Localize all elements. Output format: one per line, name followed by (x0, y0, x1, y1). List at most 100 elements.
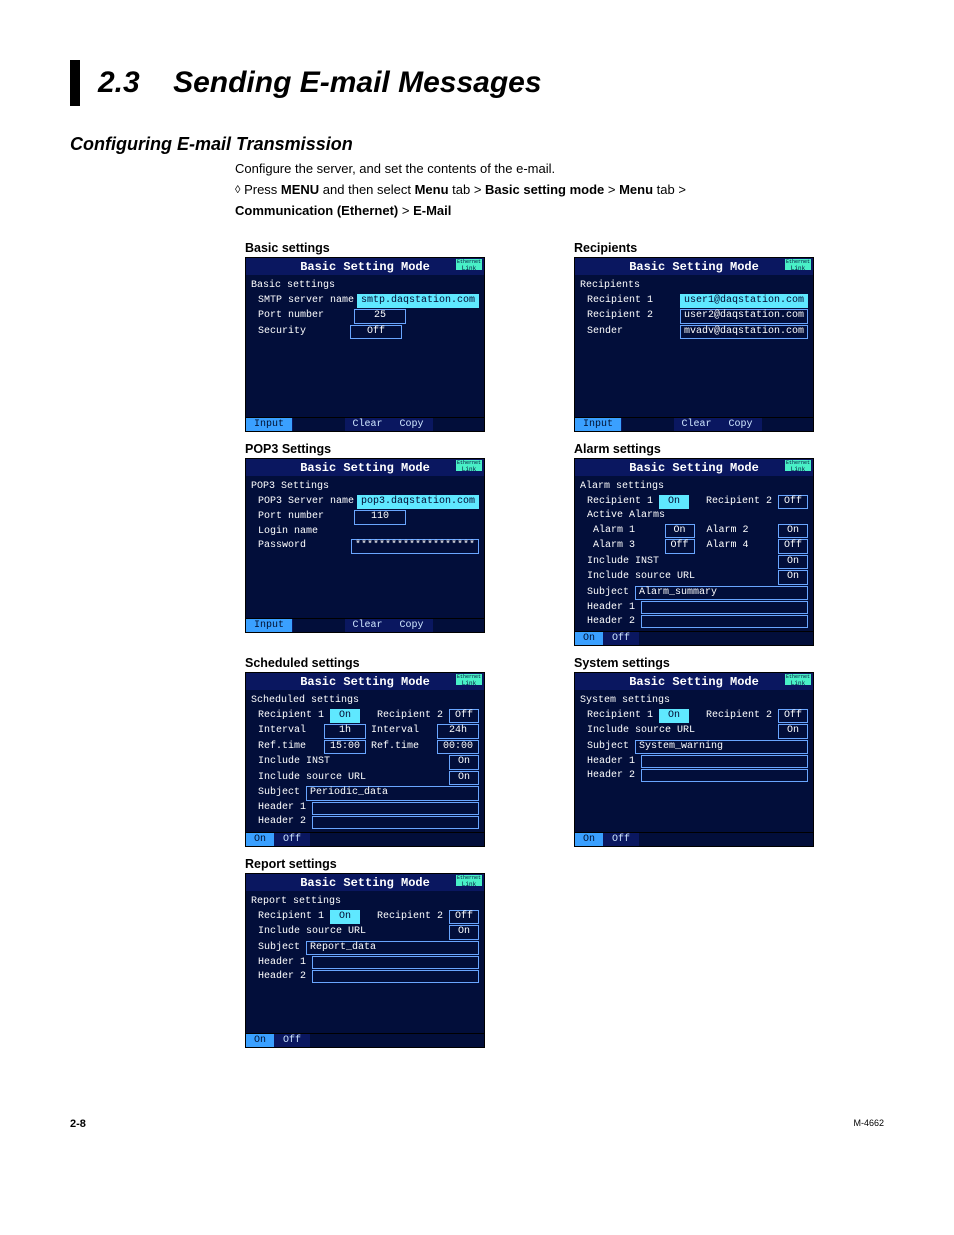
report-header1-field[interactable] (312, 956, 479, 969)
field-label: POP3 Server name (258, 496, 354, 509)
off-button[interactable]: Off (275, 1034, 310, 1047)
sched-r2-toggle[interactable]: Off (449, 709, 479, 724)
report-subject-field[interactable]: Report_data (306, 941, 479, 956)
input-button[interactable]: Input (246, 418, 293, 431)
security-field[interactable]: Off (350, 325, 402, 340)
alarm3-toggle[interactable]: Off (665, 539, 695, 554)
copy-button[interactable]: Copy (392, 418, 433, 431)
window-titlebar: Basic Setting Mode Link (246, 874, 484, 891)
include-inst-toggle[interactable]: On (778, 555, 808, 570)
off-button[interactable]: Off (275, 833, 310, 846)
field-label: Subject (587, 587, 629, 600)
field-label: Include source URL (258, 772, 366, 785)
sched-subject-field[interactable]: Periodic_data (306, 786, 479, 801)
screenshot-system: Basic Setting Mode Link System settings … (574, 672, 814, 847)
off-button[interactable]: Off (604, 632, 639, 645)
alarm-subject-field[interactable]: Alarm_summary (635, 586, 808, 601)
group-heading: Alarm settings (580, 481, 664, 494)
page-footer: 2-8 M-4662 (70, 1118, 884, 1130)
off-button[interactable]: Off (604, 833, 639, 846)
include-url-toggle[interactable]: On (778, 570, 808, 585)
sender-field[interactable]: mvadv@daqstation.com (680, 325, 808, 340)
nav-instruction: ◊ Press MENU and then select Menu tab > … (235, 180, 884, 201)
copy-button[interactable]: Copy (392, 619, 433, 632)
on-button[interactable]: On (246, 833, 275, 846)
system-header1-field[interactable] (641, 755, 808, 768)
clear-button[interactable]: Clear (345, 619, 392, 632)
on-button[interactable]: On (575, 833, 604, 846)
reftime2-field[interactable]: 00:00 (437, 740, 479, 755)
sched-include-inst-toggle[interactable]: On (449, 755, 479, 770)
port-field[interactable]: 25 (354, 309, 406, 324)
input-button[interactable]: Input (246, 619, 293, 632)
field-label: Port number (258, 511, 324, 524)
alarm4-toggle[interactable]: Off (778, 539, 808, 554)
field-label: Include INST (258, 756, 330, 769)
system-r2-toggle[interactable]: Off (778, 709, 808, 724)
button-bar: Input Clear Copy (246, 417, 484, 431)
sched-header2-field[interactable] (312, 816, 479, 829)
nav-text: > (398, 203, 413, 218)
on-button[interactable]: On (246, 1034, 275, 1047)
pop3-server-field[interactable]: pop3.daqstation.com (357, 495, 479, 510)
sched-include-url-toggle[interactable]: On (449, 771, 479, 786)
input-button[interactable]: Input (575, 418, 622, 431)
reftime1-field[interactable]: 15:00 (324, 740, 366, 755)
field-label: Header 2 (258, 971, 306, 984)
alarm-r2-toggle[interactable]: Off (778, 495, 808, 510)
field-label: Login name (258, 526, 318, 539)
alarm1-toggle[interactable]: On (665, 524, 695, 539)
field-label: Recipient 1 (258, 710, 324, 723)
alarm-header2-field[interactable] (641, 615, 808, 628)
ethernet-link-icon: Link (456, 259, 482, 270)
sched-r1-toggle[interactable]: On (330, 709, 360, 724)
panel-label-system: System settings (574, 656, 885, 670)
screenshot-alarm: Basic Setting Mode Link Alarm settings R… (574, 458, 814, 646)
title-accent-bar (70, 60, 80, 106)
window-titlebar: Basic Setting Mode Link (575, 673, 813, 690)
sched-header1-field[interactable] (312, 802, 479, 815)
smtp-server-field[interactable]: smtp.daqstation.com (357, 294, 479, 309)
group-heading: Basic settings (251, 280, 335, 293)
window-title: Basic Setting Mode (300, 876, 430, 890)
ethernet-link-icon: Link (785, 259, 811, 270)
field-label: Security (258, 326, 306, 339)
pop3-port-field[interactable]: 110 (354, 510, 406, 525)
report-include-url-toggle[interactable]: On (449, 925, 479, 940)
pop3-password-field[interactable]: ******************** (351, 539, 479, 554)
alarm2-toggle[interactable]: On (778, 524, 808, 539)
system-subject-field[interactable]: System_warning (635, 740, 808, 755)
intro-block: Configure the server, and set the conten… (235, 159, 884, 221)
clear-button[interactable]: Clear (674, 418, 721, 431)
button-bar: On Off (575, 631, 813, 645)
report-header2-field[interactable] (312, 970, 479, 983)
nav-text: tab > (653, 182, 686, 197)
clear-button[interactable]: Clear (345, 418, 392, 431)
system-r1-toggle[interactable]: On (659, 709, 689, 724)
nav-instruction-2: Communication (Ethernet) > E-Mail (235, 201, 884, 222)
group-heading: POP3 Settings (251, 481, 329, 494)
alarm-r1-toggle[interactable]: On (659, 495, 689, 510)
interval2-field[interactable]: 24h (437, 724, 479, 739)
copy-button[interactable]: Copy (721, 418, 762, 431)
report-r1-toggle[interactable]: On (330, 910, 360, 925)
screenshots-grid: Basic settings Basic Setting Mode Link B… (245, 231, 885, 1048)
nav-text: tab > (449, 182, 486, 197)
alarm-header1-field[interactable] (641, 601, 808, 614)
report-r2-toggle[interactable]: Off (449, 910, 479, 925)
nav-text: Press (244, 182, 281, 197)
field-label: Alarm 2 (707, 525, 749, 538)
window-titlebar: Basic Setting Mode Link (575, 258, 813, 275)
system-include-url-toggle[interactable]: On (778, 724, 808, 739)
on-button[interactable]: On (575, 632, 604, 645)
screenshot-scheduled: Basic Setting Mode Link Scheduled settin… (245, 672, 485, 847)
field-label: Recipient 2 (706, 496, 772, 509)
recipient1-field[interactable]: user1@daqstation.com (680, 294, 808, 309)
recipient2-field[interactable]: user2@daqstation.com (680, 309, 808, 324)
field-label: Sender (587, 326, 623, 339)
interval1-field[interactable]: 1h (324, 724, 366, 739)
section-header: 2.3 Sending E-mail Messages (70, 60, 884, 106)
system-header2-field[interactable] (641, 769, 808, 782)
field-label: Header 1 (587, 602, 635, 615)
button-bar: Input Clear Copy (575, 417, 813, 431)
